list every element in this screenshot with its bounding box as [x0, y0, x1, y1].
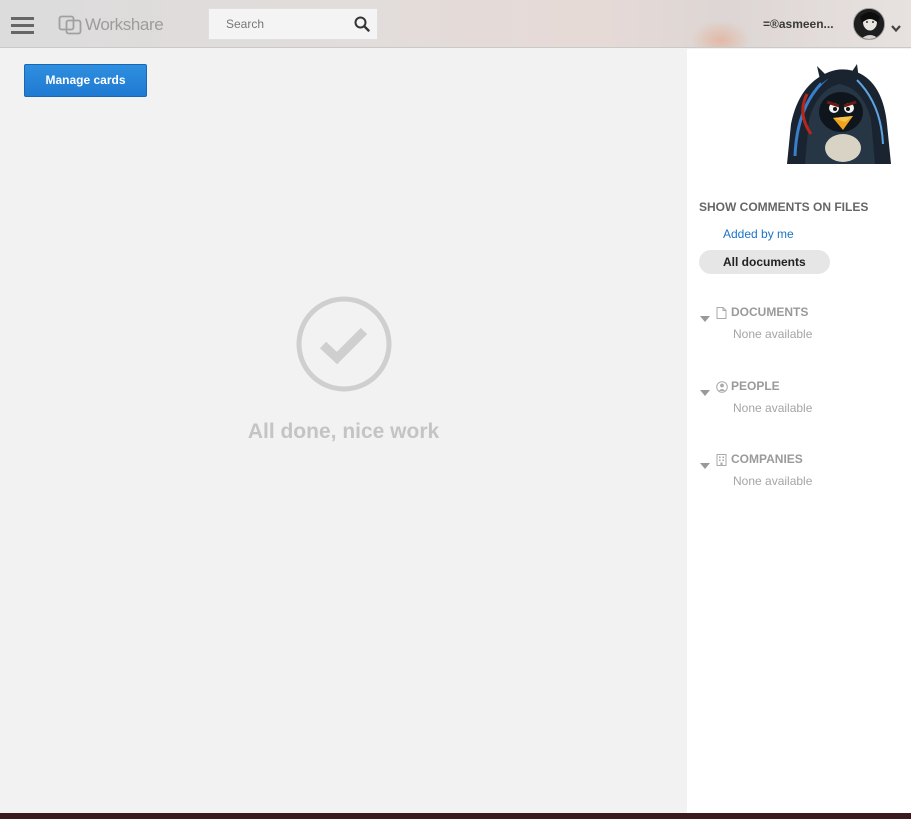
group-label: PEOPLE: [731, 379, 780, 393]
bottom-bar: [0, 813, 911, 819]
section-title: SHOW COMMENTS ON FILES: [699, 200, 869, 214]
empty-text: None available: [733, 474, 813, 488]
brand-name: Workshare: [85, 15, 164, 34]
group-label: DOCUMENTS: [731, 305, 809, 319]
caret-down-icon: [699, 310, 711, 322]
empty-state-message: All done, nice work: [247, 420, 440, 443]
header-background-glow: [690, 20, 750, 47]
check-circle-icon: [295, 295, 393, 398]
user-avatar[interactable]: [853, 8, 885, 40]
search-input[interactable]: [209, 9, 349, 39]
chevron-down-icon[interactable]: [890, 20, 902, 38]
person-icon: [716, 380, 728, 393]
group-people-header[interactable]: PEOPLE: [699, 378, 899, 396]
document-icon: [716, 306, 727, 319]
empty-text: None available: [733, 401, 813, 415]
group-companies: COMPANIES None available: [699, 451, 899, 488]
group-label: COMPANIES: [731, 452, 803, 466]
group-documents-header[interactable]: DOCUMENTS: [699, 304, 899, 322]
filter-added-by-me[interactable]: Added by me: [723, 227, 794, 241]
right-sidebar: SHOW COMMENTS ON FILES Added by me All d…: [687, 49, 911, 813]
profile-image: [787, 64, 891, 164]
top-bar: Workshare =®asmeen...: [0, 0, 911, 48]
hamburger-menu-icon[interactable]: [11, 17, 35, 35]
group-people: PEOPLE None available: [699, 378, 899, 415]
search-box: [208, 8, 378, 40]
workshare-logo-icon: [58, 15, 82, 35]
search-icon[interactable]: [354, 16, 370, 37]
building-icon: [716, 453, 727, 466]
user-name[interactable]: =®asmeen...: [763, 17, 834, 31]
group-documents: DOCUMENTS None available: [699, 304, 899, 341]
empty-text: None available: [733, 327, 813, 341]
workshare-logo[interactable]: Workshare: [58, 13, 164, 37]
manage-cards-button[interactable]: Manage cards: [24, 64, 147, 97]
caret-down-icon: [699, 457, 711, 469]
filter-all-documents[interactable]: All documents: [699, 250, 830, 274]
caret-down-icon: [699, 384, 711, 396]
main-content: Manage cards All done, nice work: [0, 49, 687, 813]
group-companies-header[interactable]: COMPANIES: [699, 451, 899, 469]
